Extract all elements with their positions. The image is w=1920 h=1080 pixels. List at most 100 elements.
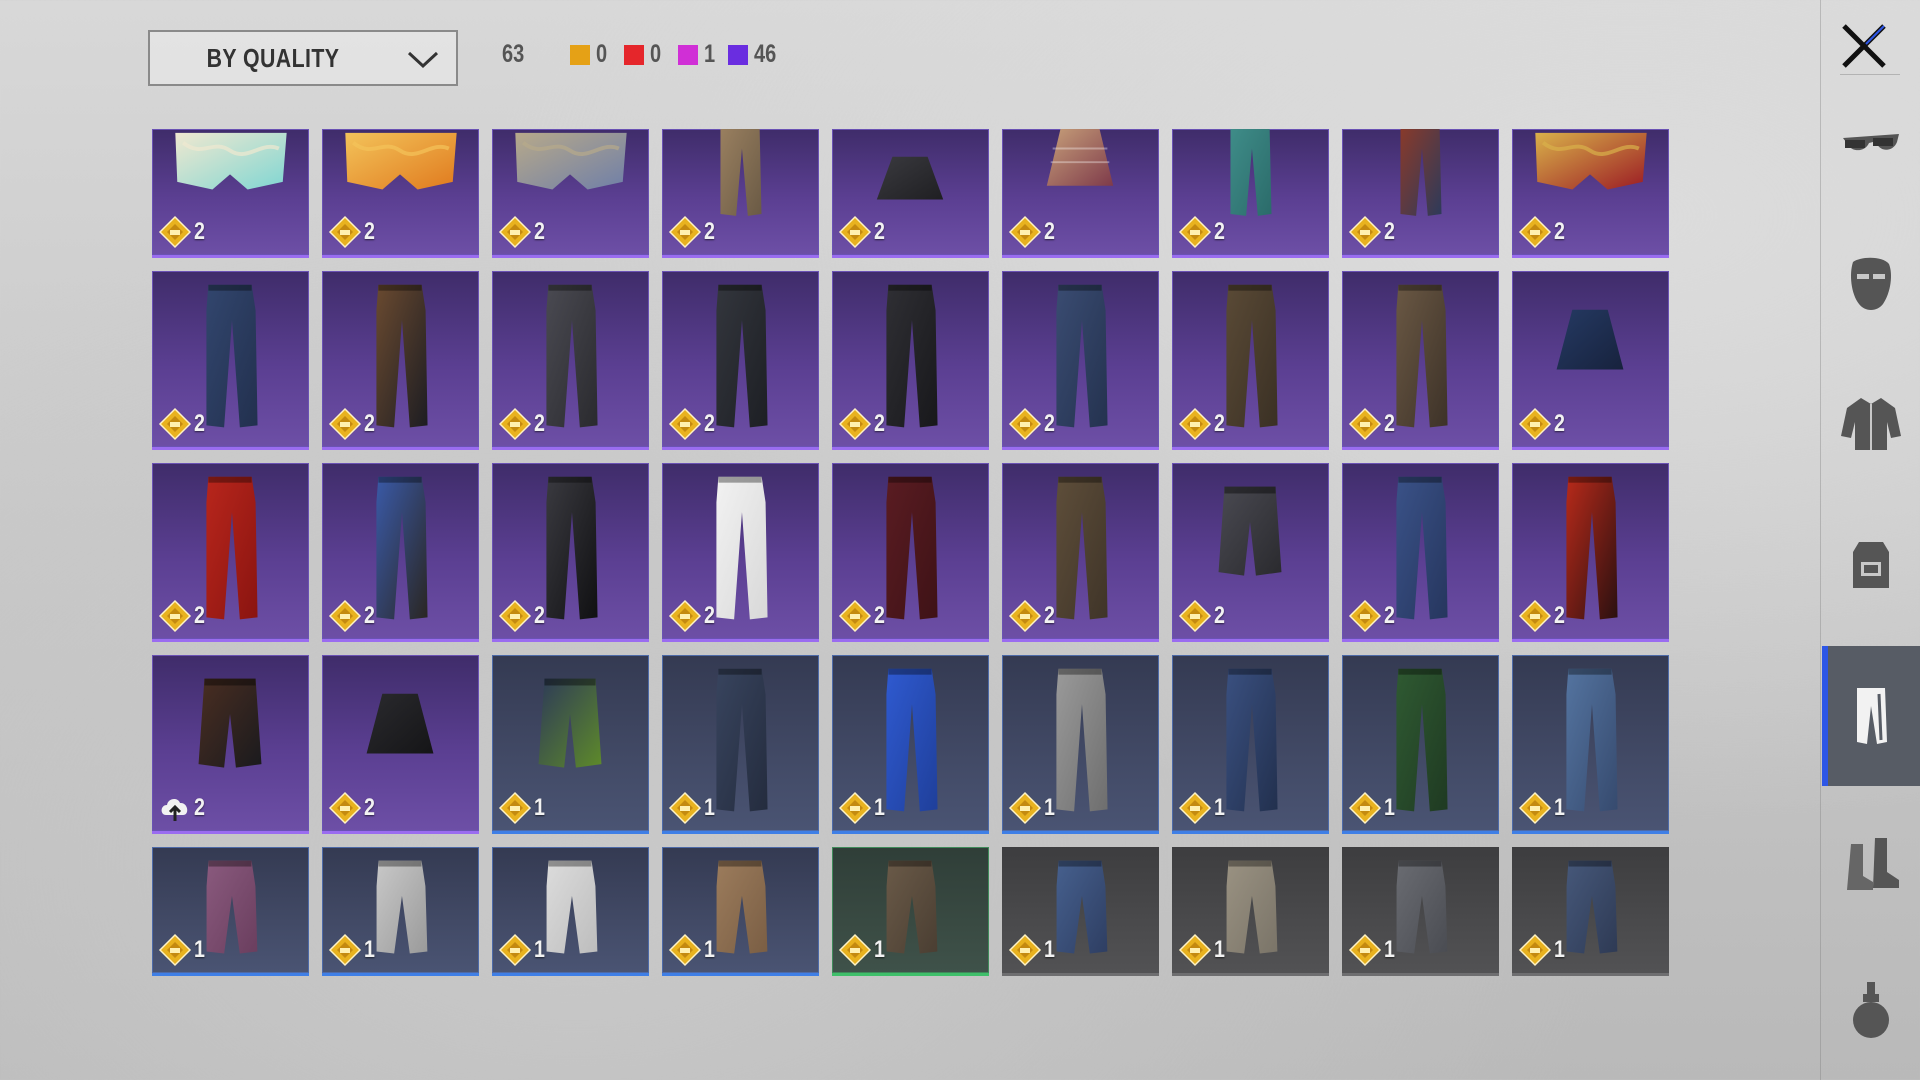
item-card[interactable]: 2: [1172, 463, 1329, 642]
item-card[interactable]: 1: [1512, 655, 1669, 834]
item-card[interactable]: 2: [1342, 129, 1499, 258]
item-card[interactable]: 2: [152, 655, 309, 834]
item-card[interactable]: 2: [322, 271, 479, 450]
item-card[interactable]: 2: [492, 271, 649, 450]
item-count: 1: [1044, 794, 1055, 821]
item-count: 2: [364, 410, 375, 437]
item-count: 1: [1554, 794, 1565, 821]
item-card[interactable]: 1: [1172, 655, 1329, 834]
item-card[interactable]: 2: [662, 271, 819, 450]
coupon-icon: [668, 933, 702, 967]
item-card[interactable]: 2: [1172, 271, 1329, 450]
item-card[interactable]: 1: [492, 655, 649, 834]
tier-swatch-mythic: [624, 44, 644, 65]
coupon-icon: [1008, 791, 1042, 825]
item-card[interactable]: 1: [1342, 847, 1499, 976]
category-mask[interactable]: [1822, 214, 1920, 354]
item-card[interactable]: 2: [322, 655, 479, 834]
coupon-icon: [1348, 407, 1382, 441]
coupon-icon: [328, 599, 362, 633]
category-shoes[interactable]: [1822, 794, 1920, 934]
category-tops[interactable]: [1822, 354, 1920, 494]
coupon-icon: [838, 407, 872, 441]
item-count: 1: [1384, 936, 1395, 963]
item-badge: 2: [328, 599, 377, 633]
grenade-icon: [1853, 982, 1889, 1038]
backpack-icon: [1853, 542, 1889, 588]
item-card[interactable]: 1: [662, 655, 819, 834]
item-card[interactable]: 2: [1002, 129, 1159, 258]
coupon-icon: [1518, 407, 1552, 441]
coupon-icon: [158, 599, 192, 633]
item-badge: 2: [1178, 407, 1227, 441]
tier-count-legendary: 0: [596, 40, 608, 68]
item-card[interactable]: 2: [1342, 463, 1499, 642]
item-card[interactable]: 2: [1002, 271, 1159, 450]
inventory-screen: BY QUALITY 63 0 0 1 46 2 2 2 2 2 2 2 2 2…: [0, 0, 1920, 1080]
tier-legendary: 0: [570, 40, 610, 69]
item-card[interactable]: 2: [1172, 129, 1329, 258]
item-card[interactable]: 2: [832, 463, 989, 642]
item-card[interactable]: 2: [662, 463, 819, 642]
item-card[interactable]: 2: [832, 271, 989, 450]
item-card[interactable]: 2: [152, 271, 309, 450]
item-count: 2: [874, 410, 885, 437]
category-pants[interactable]: [1822, 646, 1920, 786]
coupon-icon: [1518, 933, 1552, 967]
item-card[interactable]: 1: [322, 847, 479, 976]
item-card[interactable]: 2: [662, 129, 819, 258]
category-grenade[interactable]: [1822, 940, 1920, 1080]
item-card[interactable]: 1: [832, 655, 989, 834]
item-card[interactable]: 2: [832, 129, 989, 258]
item-card[interactable]: 1: [662, 847, 819, 976]
item-count: 2: [874, 602, 885, 629]
item-card[interactable]: 1: [1002, 847, 1159, 976]
item-card[interactable]: 2: [152, 463, 309, 642]
coupon-icon: [1348, 933, 1382, 967]
sort-dropdown[interactable]: BY QUALITY: [148, 30, 458, 86]
item-count: 2: [194, 794, 205, 821]
item-badge: 1: [498, 791, 547, 825]
item-card[interactable]: 1: [1172, 847, 1329, 976]
item-card[interactable]: 2: [492, 129, 649, 258]
item-card[interactable]: 2: [1512, 129, 1669, 258]
item-card[interactable]: 2: [1512, 271, 1669, 450]
item-card[interactable]: 1: [1512, 847, 1669, 976]
item-badge: 2: [1518, 215, 1567, 249]
item-card[interactable]: 2: [322, 463, 479, 642]
item-card[interactable]: 1: [1002, 655, 1159, 834]
coupon-icon: [328, 215, 362, 249]
item-grid: 2 2 2 2 2 2 2 2 2 2 2 2 2 2 2 2 2 2 2 2 2 2 2 2 2 2 2 2 2 1 1 1 1 1 1 1 1 1 1 1…: [152, 129, 1669, 976]
item-card[interactable]: 2: [1002, 463, 1159, 642]
item-badge: 2: [1178, 599, 1227, 633]
category-backpack[interactable]: [1822, 494, 1920, 634]
item-badge: 1: [838, 791, 887, 825]
item-badge: 2: [1178, 215, 1227, 249]
item-count: 2: [534, 410, 545, 437]
item-count: 2: [874, 218, 885, 245]
tier-mythic: 0: [624, 40, 664, 69]
item-count: 2: [1554, 218, 1565, 245]
chevron-down-icon: [407, 51, 439, 69]
item-card[interactable]: 2: [322, 129, 479, 258]
item-count: 2: [1214, 410, 1225, 437]
item-card[interactable]: 1: [492, 847, 649, 976]
item-count: 2: [1554, 410, 1565, 437]
item-card[interactable]: 1: [832, 847, 989, 976]
coupon-icon: [838, 791, 872, 825]
tier-swatch-legendary: [570, 44, 590, 65]
item-card[interactable]: 2: [1512, 463, 1669, 642]
item-count: 1: [704, 794, 715, 821]
item-card[interactable]: 2: [1342, 271, 1499, 450]
item-badge: 2: [1348, 215, 1397, 249]
item-card[interactable]: 1: [152, 847, 309, 976]
item-badge: 2: [158, 215, 207, 249]
item-count: 2: [1044, 218, 1055, 245]
item-card[interactable]: 2: [152, 129, 309, 258]
category-glasses[interactable]: [1822, 74, 1920, 214]
item-card[interactable]: 2: [492, 463, 649, 642]
item-badge: 2: [838, 599, 887, 633]
item-card[interactable]: 1: [1342, 655, 1499, 834]
item-count: 1: [704, 936, 715, 963]
coupon-icon: [158, 407, 192, 441]
